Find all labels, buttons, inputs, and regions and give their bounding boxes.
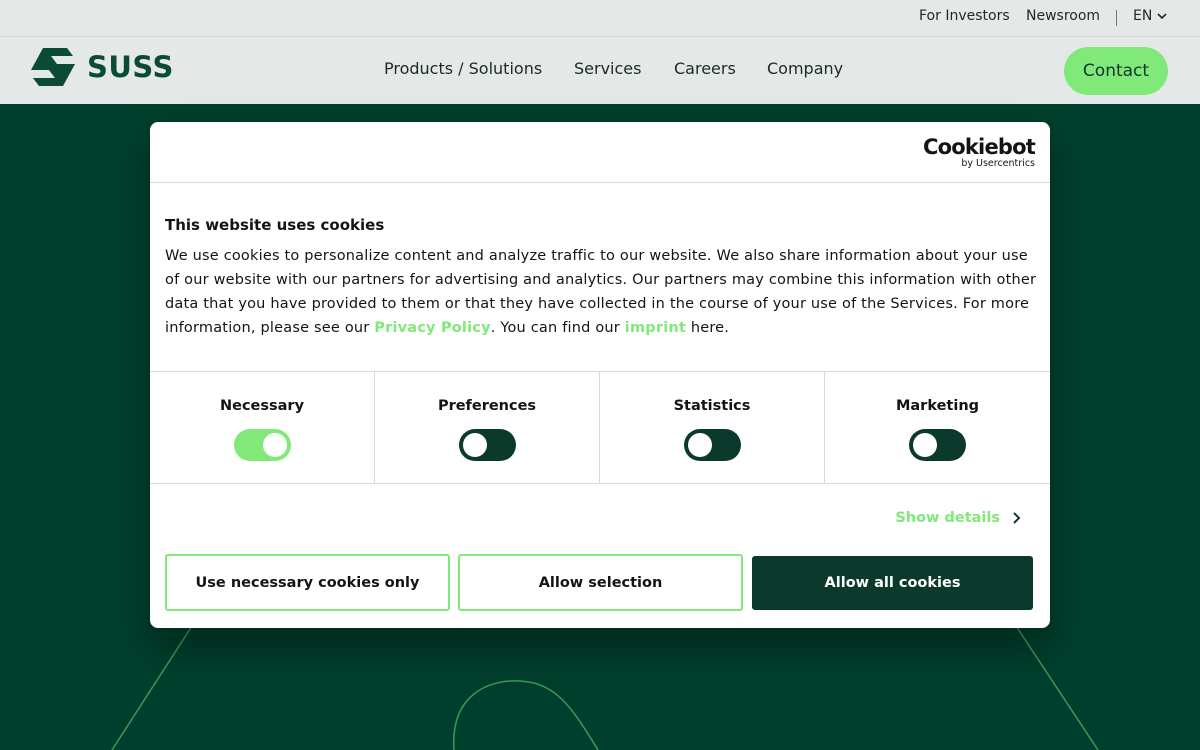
use-necessary-only-button[interactable]: Use necessary cookies only xyxy=(165,554,450,611)
suss-logo-icon xyxy=(31,48,75,86)
category-label: Necessary xyxy=(219,398,305,414)
nav-company[interactable]: Company xyxy=(767,59,843,78)
body-text-3: here. xyxy=(686,320,730,336)
main-header: SUSS Products / Solutions Services Caree… xyxy=(0,36,1200,104)
preferences-toggle[interactable] xyxy=(459,429,516,461)
dialog-body-text: We use cookies to personalize content an… xyxy=(165,244,1040,340)
nav-services[interactable]: Services xyxy=(574,59,641,78)
dialog-title: This website uses cookies xyxy=(165,216,385,234)
utility-divider xyxy=(1116,10,1117,26)
cookiebot-name: Cookiebot xyxy=(923,135,1036,159)
toggle-knob xyxy=(463,433,487,457)
toggle-knob xyxy=(688,433,712,457)
necessary-toggle[interactable] xyxy=(234,429,291,461)
chevron-right-icon xyxy=(1013,512,1021,524)
toggle-knob xyxy=(913,433,937,457)
category-marketing: Marketing xyxy=(825,372,1050,483)
chevron-down-icon xyxy=(1157,13,1167,20)
show-details-label: Show details xyxy=(895,510,1000,526)
language-label: EN xyxy=(1133,8,1153,24)
toggle-knob xyxy=(263,433,287,457)
allow-selection-button[interactable]: Allow selection xyxy=(458,554,743,611)
nav-products-solutions[interactable]: Products / Solutions xyxy=(384,59,542,78)
cookiebot-sub: by Usercentrics xyxy=(961,158,1035,169)
marketing-toggle[interactable] xyxy=(909,429,966,461)
nav-careers[interactable]: Careers xyxy=(674,59,736,78)
allow-all-cookies-button[interactable]: Allow all cookies xyxy=(752,556,1033,610)
statistics-toggle[interactable] xyxy=(684,429,741,461)
category-preferences: Preferences xyxy=(375,372,600,483)
contact-button[interactable]: Contact xyxy=(1064,47,1168,95)
category-necessary: Necessary xyxy=(150,372,375,483)
language-selector[interactable]: EN xyxy=(1133,8,1168,24)
consent-categories: Necessary Preferences Statistics Marketi… xyxy=(150,371,1050,484)
privacy-policy-link[interactable]: Privacy Policy xyxy=(374,320,490,336)
category-statistics: Statistics xyxy=(600,372,825,483)
logo-text: SUSS xyxy=(87,50,174,84)
category-label: Statistics xyxy=(673,398,751,414)
utility-bar: For Investors Newsroom EN xyxy=(0,0,1200,36)
show-details-link[interactable]: Show details xyxy=(895,510,1022,526)
dialog-header: Cookiebot by Usercentrics xyxy=(150,122,1050,183)
for-investors-link[interactable]: For Investors xyxy=(919,8,1010,24)
category-label: Preferences xyxy=(437,398,537,414)
body-text-2: . You can find our xyxy=(490,320,625,336)
imprint-link[interactable]: imprint xyxy=(625,320,686,336)
suss-logo[interactable]: SUSS xyxy=(31,48,174,86)
category-label: Marketing xyxy=(895,398,980,414)
cookiebot-logo[interactable]: Cookiebot by Usercentrics xyxy=(923,135,1036,169)
newsroom-link[interactable]: Newsroom xyxy=(1026,8,1100,24)
cookie-consent-dialog: Cookiebot by Usercentrics This website u… xyxy=(150,122,1050,628)
